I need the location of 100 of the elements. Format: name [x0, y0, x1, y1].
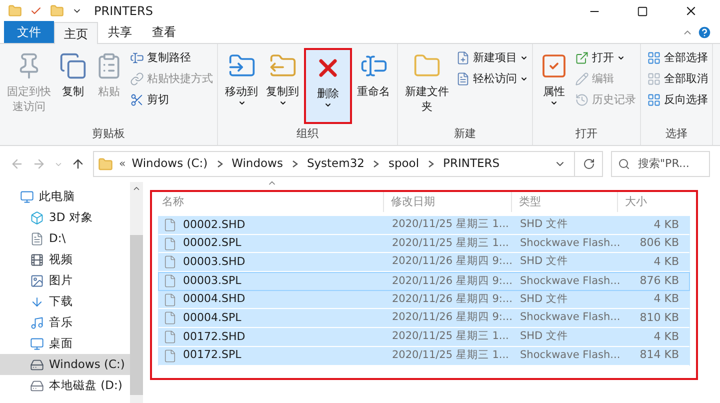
drive-icon	[30, 358, 44, 372]
table-cell-text: SHD 文件	[519, 329, 569, 344]
refresh-icon[interactable]	[582, 158, 594, 170]
file-name: 00002.SHD	[183, 216, 246, 233]
copy-icon	[59, 52, 87, 80]
ribbon-button[interactable]: 移动到	[222, 48, 261, 124]
table-cell-text: 4 KB	[652, 216, 680, 233]
ribbon-button[interactable]: 新建文件夹	[402, 48, 452, 124]
table-cell-text: 2020/11/25 星期三 1...	[391, 216, 510, 232]
folder-icon	[8, 4, 22, 18]
table-cell-text: Shockwave Flash...	[519, 236, 617, 251]
computer-icon	[20, 190, 34, 204]
close-icon[interactable]	[684, 4, 698, 18]
desktop-icon	[30, 336, 44, 350]
table-cell-text: Shockwave Flash...	[519, 274, 617, 289]
file-row[interactable]: 00002.SHD 2020/11/25 星期三 1... SHD 文件 4 KB	[158, 216, 690, 235]
file-row[interactable]: 00004.SHD 2020/11/26 星期四 9:... SHD 文件 4 KB	[158, 290, 690, 310]
overflow-chevron[interactable]: «	[119, 156, 126, 172]
checklist-icon[interactable]	[30, 5, 42, 17]
address-bar[interactable]: « Windows (C:) Windows System32 spool PRINTERS	[93, 151, 603, 177]
separator-chevron-icon[interactable]	[290, 160, 299, 168]
breadcrumb[interactable]: System32	[306, 155, 364, 173]
table-cell-text: SHD 文件	[519, 292, 569, 307]
ribbon-button[interactable]: 复制	[56, 48, 90, 124]
help-icon[interactable]	[697, 25, 712, 40]
search-field[interactable]: 搜索"PR...	[611, 151, 710, 177]
file-row[interactable]: 00004.SPL 2020/11/26 星期四 9:... Shockwave Flash... 810 KB	[158, 309, 690, 328]
group-label: 选择	[664, 126, 688, 142]
table-cell-text: 2020/11/25 星期三 1...	[391, 236, 510, 251]
file-row[interactable]: 00003.SHD 2020/11/26 星期四 9:... SHD 文件 4 KB	[158, 253, 690, 272]
group-label: 剪贴板	[91, 126, 126, 142]
separator-chevron-icon[interactable]	[372, 160, 380, 168]
table-cell-text: 2020/11/26 星期四 9:...	[391, 254, 513, 270]
ribbon-small-button[interactable]: 全部选择	[647, 48, 708, 68]
nav-item[interactable]: D:\	[0, 228, 130, 249]
breadcrumb[interactable]: PRINTERS	[443, 155, 500, 173]
breadcrumb[interactable]: spool	[388, 155, 420, 173]
table-cell-text: SHD 文件	[519, 216, 569, 232]
separator-chevron-icon[interactable]	[427, 160, 436, 168]
ribbon-button[interactable]: 重命名	[354, 48, 393, 124]
nav-item[interactable]: 3D 对象	[0, 207, 130, 228]
nav-item[interactable]: 桌面	[0, 333, 130, 354]
ribbon-tab[interactable]: 文件	[4, 21, 54, 43]
picture-icon	[30, 274, 44, 288]
grid-icon	[647, 93, 661, 107]
ribbon-small-button[interactable]: 新建项目	[456, 48, 528, 68]
history-icon	[575, 93, 589, 107]
file-icon	[163, 348, 177, 363]
table-cell-text: 876 KB	[638, 273, 680, 290]
nav-item[interactable]: 此电脑	[0, 186, 130, 207]
ribbon-tab[interactable]: 主页	[54, 22, 98, 44]
nav-item[interactable]: Windows (C:)	[0, 354, 130, 375]
table-cell-text: 4 KB	[652, 328, 680, 345]
nav-item[interactable]: 图片	[0, 270, 130, 291]
scrollbar[interactable]	[130, 182, 143, 403]
group-label: 打开	[574, 126, 598, 142]
file-row[interactable]: 00003.SPL 2020/11/26 星期四 9:... Shockwave Flash... 876 KB	[158, 272, 690, 291]
group-label: 组织	[296, 126, 320, 142]
breadcrumb[interactable]: Windows (C:)	[132, 155, 208, 173]
cube-icon	[30, 210, 44, 224]
table-cell-text: SHD 文件	[519, 254, 569, 270]
properties-icon	[540, 52, 568, 80]
new-item-icon	[456, 51, 470, 65]
file-row[interactable]: 00172.SHD 2020/11/25 星期三 1... SHD 文件 4 KB	[158, 328, 690, 347]
music-note-icon	[30, 316, 44, 330]
ribbon-tab[interactable]: 共享	[98, 21, 142, 43]
up-icon[interactable]	[71, 157, 85, 171]
nav-item[interactable]: 下载	[0, 291, 130, 312]
scissors-icon	[130, 93, 144, 107]
search-icon	[618, 158, 630, 170]
file-icon	[163, 255, 177, 270]
file-icon	[163, 311, 177, 326]
ribbon-button[interactable]: 复制到	[263, 48, 302, 124]
ribbon-tab[interactable]: 查看	[142, 21, 186, 43]
window-title: PRINTERS	[94, 3, 153, 20]
ribbon-small-button[interactable]: 复制路径	[130, 48, 213, 68]
nav-item[interactable]: 本地磁盘 (D:)	[0, 375, 130, 396]
nav-item[interactable]: 视频	[0, 249, 130, 270]
ribbon-small-button[interactable]: 打开	[575, 48, 636, 68]
ribbon-small-button[interactable]: 剪切	[130, 90, 213, 110]
nav-item[interactable]: 音乐	[0, 312, 130, 333]
separator-chevron-icon[interactable]	[216, 160, 224, 168]
file-row[interactable]: 00172.SPL 2020/11/25 星期三 1... Shockwave Flash... 814 KB	[158, 346, 690, 366]
breadcrumb[interactable]: Windows	[232, 155, 283, 173]
file-row[interactable]: 00002.SPL 2020/11/25 星期三 1... Shockwave Flash... 806 KB	[158, 234, 690, 254]
table-cell-text: Shockwave Flash...	[519, 348, 617, 363]
table-cell-text: 2020/11/25 星期三 1...	[391, 348, 510, 363]
open-icon	[575, 51, 589, 65]
file-icon	[456, 72, 470, 86]
file-icon	[163, 218, 177, 232]
ribbon-button[interactable]: 删除	[304, 48, 352, 124]
shortcut-icon	[130, 72, 144, 86]
ribbon-small-button[interactable]: 轻松访问	[456, 69, 528, 89]
file-name: 00172.SPL	[183, 347, 242, 364]
maximize-icon[interactable]	[637, 6, 648, 16]
ribbon-small-button[interactable]: 全部取消	[647, 69, 708, 89]
scroll-up-icon[interactable]	[132, 184, 141, 193]
table-cell-text: 810 KB	[638, 310, 680, 326]
ribbon-small-button[interactable]: 反向选择	[647, 90, 708, 110]
ribbon-button[interactable]: 属性	[537, 48, 571, 124]
